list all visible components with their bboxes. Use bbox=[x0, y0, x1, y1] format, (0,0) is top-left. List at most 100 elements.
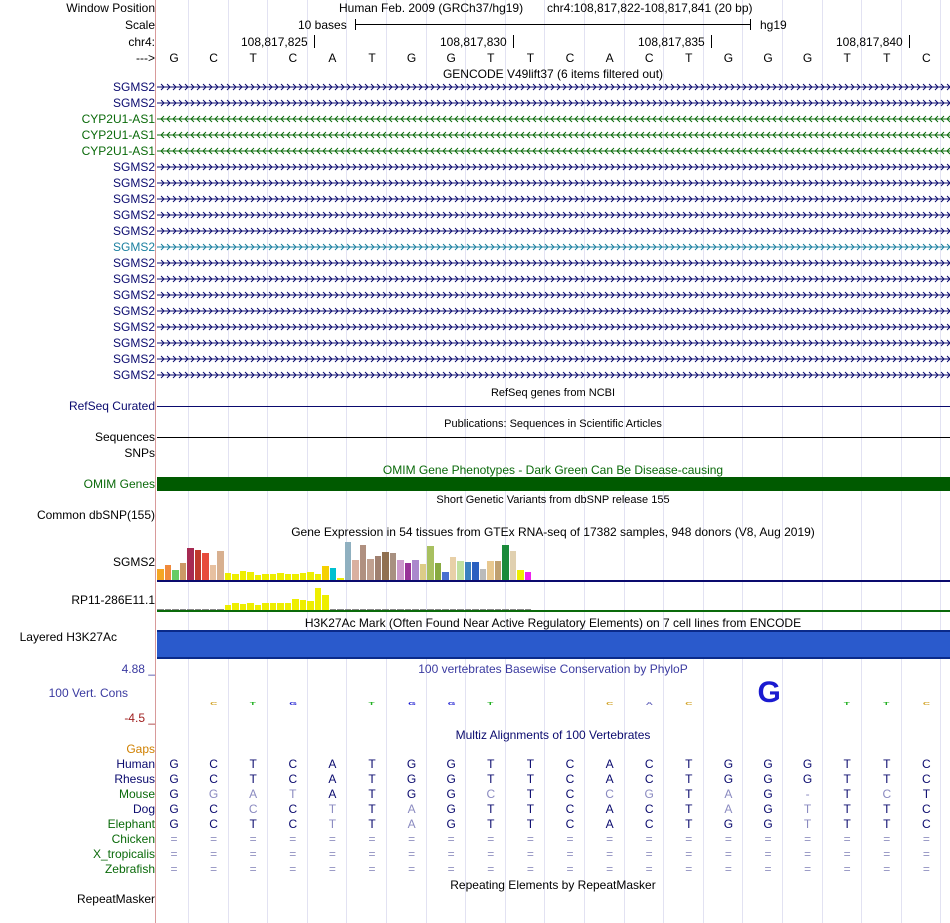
gtex-tissue-bar[interactable] bbox=[329, 568, 336, 580]
species-label[interactable]: Human bbox=[116, 757, 155, 771]
gtex-tissue-bar[interactable] bbox=[404, 563, 411, 580]
gtex-tissue-bar[interactable] bbox=[457, 560, 464, 580]
gtex-tissue-bar[interactable] bbox=[509, 551, 516, 580]
gaps-label[interactable]: Gaps bbox=[126, 742, 155, 756]
gencode-transcript-label[interactable]: SGMS2 bbox=[113, 80, 155, 94]
gencode-transcript-label[interactable]: SGMS2 bbox=[113, 96, 155, 110]
gtex-tissue-bar[interactable] bbox=[269, 602, 276, 610]
gencode-transcript-strand[interactable] bbox=[157, 81, 950, 93]
gtex-tissue-bar[interactable] bbox=[382, 552, 389, 580]
phylop-label[interactable]: 100 Vert. Cons bbox=[49, 686, 128, 700]
gtex-tissue-bar[interactable] bbox=[419, 564, 426, 580]
species-label[interactable]: Zebrafish bbox=[105, 862, 155, 876]
gtex-tissue-bar[interactable] bbox=[374, 556, 381, 580]
gencode-transcript-strand[interactable] bbox=[157, 257, 950, 269]
gencode-transcript-label[interactable]: CYP2U1-AS1 bbox=[82, 128, 155, 142]
gtex-tissue-bar[interactable] bbox=[262, 603, 269, 610]
species-label[interactable]: Chicken bbox=[112, 832, 155, 846]
gencode-transcript-label[interactable]: SGMS2 bbox=[113, 368, 155, 382]
gtex-tissue-bar[interactable] bbox=[194, 550, 201, 580]
gencode-transcript-label[interactable]: CYP2U1-AS1 bbox=[82, 112, 155, 126]
gtex-tissue-bar[interactable] bbox=[367, 559, 374, 580]
gtex-tissue-bar[interactable] bbox=[502, 544, 509, 580]
gtex-tissue-bar[interactable] bbox=[524, 572, 531, 580]
gtex-gene-sgms2-label[interactable]: SGMS2 bbox=[113, 555, 155, 569]
gtex-sgms2-barchart[interactable] bbox=[157, 540, 950, 580]
gtex-tissue-bar[interactable] bbox=[172, 570, 179, 580]
gtex-tissue-bar[interactable] bbox=[232, 602, 239, 610]
snps-label[interactable]: SNPs bbox=[124, 446, 155, 460]
gencode-transcript-strand[interactable] bbox=[157, 273, 950, 285]
gtex-tissue-bar[interactable] bbox=[247, 602, 254, 610]
gencode-transcript-strand[interactable] bbox=[157, 129, 950, 141]
omim-phenotype-bar[interactable] bbox=[157, 477, 950, 491]
gencode-transcript-strand[interactable] bbox=[157, 177, 950, 189]
gtex-tissue-bar[interactable] bbox=[164, 564, 171, 580]
gencode-transcript-label[interactable]: CYP2U1-AS1 bbox=[82, 144, 155, 158]
gtex-tissue-bar[interactable] bbox=[442, 572, 449, 580]
gencode-transcript-strand[interactable] bbox=[157, 369, 950, 381]
gtex-tissue-bar[interactable] bbox=[472, 562, 479, 580]
gtex-tissue-bar[interactable] bbox=[307, 600, 314, 610]
dbsnp-label[interactable]: Common dbSNP(155) bbox=[37, 508, 155, 522]
gencode-transcript-strand[interactable] bbox=[157, 161, 950, 173]
gtex-tissue-bar[interactable] bbox=[479, 568, 486, 580]
gencode-transcript-strand[interactable] bbox=[157, 225, 950, 237]
gencode-transcript-label[interactable]: SGMS2 bbox=[113, 176, 155, 190]
gtex-gene-rp11-label[interactable]: RP11-286E11.1 bbox=[71, 593, 155, 607]
gtex-tissue-bar[interactable] bbox=[359, 544, 366, 580]
species-label[interactable]: Mouse bbox=[119, 787, 155, 801]
gtex-tissue-bar[interactable] bbox=[277, 572, 284, 580]
gtex-tissue-bar[interactable] bbox=[209, 564, 216, 580]
h3k27-signal-block[interactable] bbox=[157, 630, 950, 659]
h3k27-label[interactable]: Layered H3K27Ac bbox=[20, 630, 117, 644]
gencode-transcript-strand[interactable] bbox=[157, 209, 950, 221]
gencode-transcript-label[interactable]: SGMS2 bbox=[113, 352, 155, 366]
gencode-transcript-strand[interactable] bbox=[157, 241, 950, 253]
gtex-tissue-bar[interactable] bbox=[412, 560, 419, 580]
species-label[interactable]: Rhesus bbox=[114, 772, 155, 786]
gtex-tissue-bar[interactable] bbox=[434, 563, 441, 580]
gtex-tissue-bar[interactable] bbox=[179, 563, 186, 580]
gtex-tissue-bar[interactable] bbox=[397, 560, 404, 580]
gtex-tissue-bar[interactable] bbox=[389, 552, 396, 580]
gencode-transcript-strand[interactable] bbox=[157, 337, 950, 349]
gencode-transcript-label[interactable]: SGMS2 bbox=[113, 240, 155, 254]
gtex-tissue-bar[interactable] bbox=[202, 552, 209, 580]
gtex-tissue-bar[interactable] bbox=[277, 603, 284, 610]
gencode-transcript-strand[interactable] bbox=[157, 145, 950, 157]
repeatmasker-label[interactable]: RepeatMasker bbox=[77, 892, 155, 906]
gtex-tissue-bar[interactable] bbox=[464, 561, 471, 580]
species-label[interactable]: Dog bbox=[133, 802, 155, 816]
gencode-transcript-label[interactable]: SGMS2 bbox=[113, 256, 155, 270]
gtex-tissue-bar[interactable] bbox=[299, 572, 306, 580]
gtex-tissue-bar[interactable] bbox=[494, 560, 501, 580]
gtex-tissue-bar[interactable] bbox=[314, 587, 321, 610]
gtex-tissue-bar[interactable] bbox=[307, 572, 314, 580]
gtex-tissue-bar[interactable] bbox=[187, 548, 194, 580]
pubs-label[interactable]: Sequences bbox=[95, 430, 155, 444]
pubs-sequence-line[interactable] bbox=[157, 437, 950, 438]
gtex-tissue-bar[interactable] bbox=[344, 542, 351, 580]
gtex-tissue-bar[interactable] bbox=[322, 595, 329, 610]
gtex-tissue-bar[interactable] bbox=[292, 598, 299, 610]
gtex-tissue-bar[interactable] bbox=[517, 569, 524, 580]
gtex-rp11-barchart[interactable] bbox=[157, 585, 950, 610]
species-label[interactable]: Elephant bbox=[108, 817, 155, 831]
gtex-tissue-bar[interactable] bbox=[284, 602, 291, 610]
gtex-tissue-bar[interactable] bbox=[449, 556, 456, 580]
gtex-tissue-bar[interactable] bbox=[487, 560, 494, 580]
refseq-label[interactable]: RefSeq Curated bbox=[69, 399, 155, 413]
gencode-transcript-strand[interactable] bbox=[157, 289, 950, 301]
gencode-transcript-label[interactable]: SGMS2 bbox=[113, 288, 155, 302]
gtex-tissue-bar[interactable] bbox=[239, 571, 246, 580]
gencode-transcript-label[interactable]: SGMS2 bbox=[113, 272, 155, 286]
gencode-transcript-strand[interactable] bbox=[157, 305, 950, 317]
gtex-tissue-bar[interactable] bbox=[217, 551, 224, 580]
gencode-transcript-label[interactable]: SGMS2 bbox=[113, 304, 155, 318]
species-label[interactable]: X_tropicalis bbox=[93, 847, 155, 861]
gencode-transcript-label[interactable]: SGMS2 bbox=[113, 336, 155, 350]
gencode-transcript-label[interactable]: SGMS2 bbox=[113, 320, 155, 334]
gencode-transcript-label[interactable]: SGMS2 bbox=[113, 160, 155, 174]
gtex-tissue-bar[interactable] bbox=[224, 572, 231, 580]
